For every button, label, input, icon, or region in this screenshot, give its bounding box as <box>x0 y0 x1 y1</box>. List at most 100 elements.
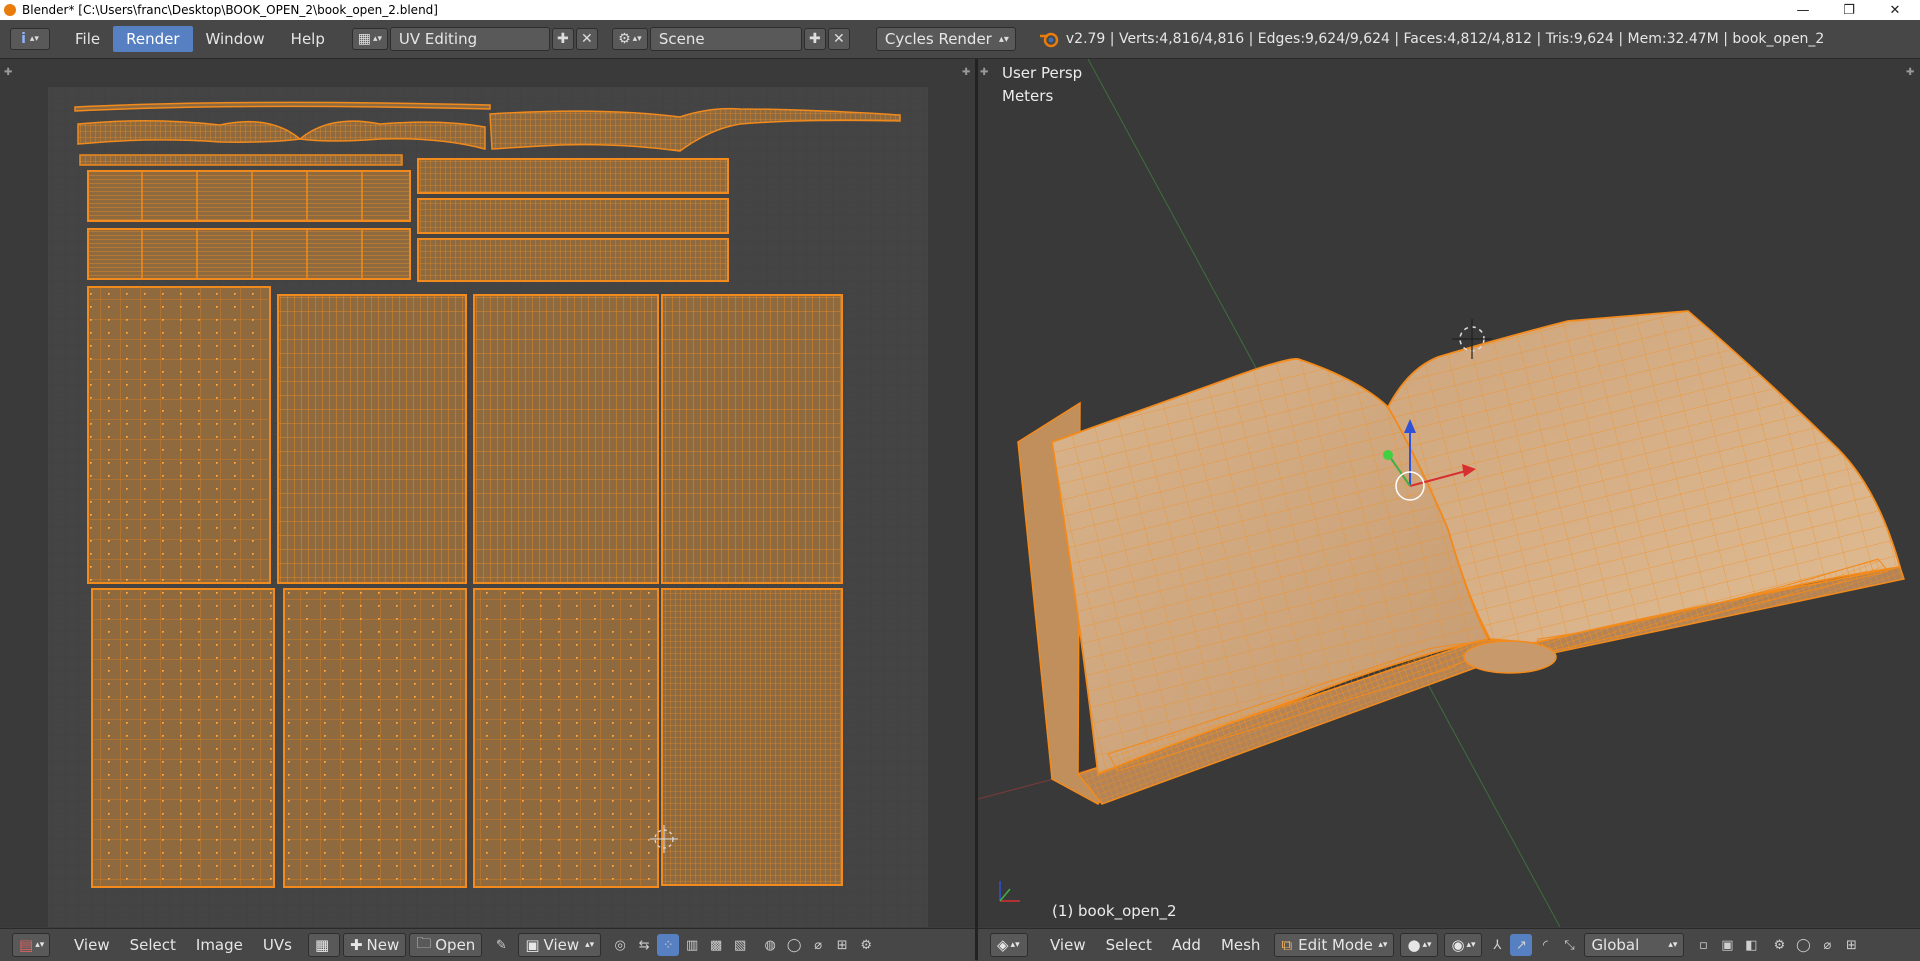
active-object-label: (1) book_open_2 <box>1052 902 1177 920</box>
uv-menu-view[interactable]: View <box>64 936 120 954</box>
proportional-edit-icon[interactable]: ◯ <box>783 934 805 956</box>
uv-menu-image[interactable]: Image <box>186 936 253 954</box>
transform-orientation-dropdown[interactable]: Global ▴▾ <box>1584 933 1685 957</box>
image-browse-button[interactable]: ▦ <box>307 933 340 957</box>
translate-manipulator-icon[interactable]: ↗ <box>1510 934 1533 956</box>
vp-menu-mesh[interactable]: Mesh <box>1211 936 1271 954</box>
add-layout-button[interactable]: ✚ <box>551 28 574 50</box>
editor-type-info-button[interactable]: i ▴▾ <box>10 28 50 50</box>
uv-overlay-icon[interactable]: ⚙ <box>855 934 877 956</box>
solid-shading-icon: ● <box>1407 936 1421 954</box>
uv-editor-header: ▤ ▴▾ View Select Image UVs ▦ ✚ New 🗀 Open ✎… <box>0 928 975 961</box>
scale-manipulator-icon[interactable]: ⤡ <box>1558 934 1580 956</box>
blender-logo-icon <box>4 4 16 16</box>
uv-image-editor[interactable]: ✚ ✚ <box>0 59 975 927</box>
layout-browse-button[interactable]: ▦ ▴▾ <box>351 28 388 50</box>
uv-canvas[interactable] <box>0 59 975 927</box>
editor-type-uv-button[interactable]: ▤ ▴▾ <box>12 933 50 957</box>
menu-window[interactable]: Window <box>193 26 278 52</box>
pivot-icon: ◉ <box>1451 936 1465 954</box>
uv-islands-strips <box>87 158 729 282</box>
region-toggle-icon[interactable]: ✚ <box>962 67 970 78</box>
x-icon: ✕ <box>581 31 593 47</box>
maximize-button[interactable]: ❐ <box>1826 0 1872 20</box>
snap-element-icon[interactable]: ⊞ <box>831 934 853 956</box>
add-scene-button[interactable]: ✚ <box>803 28 826 50</box>
vertex-select-icon[interactable]: ⁘ <box>657 934 680 956</box>
snap-icon[interactable]: ⌀ <box>807 934 829 956</box>
layers-icon[interactable]: ▫ <box>1692 934 1714 956</box>
rotate-manipulator-icon[interactable]: ◜ <box>1534 934 1556 956</box>
vertex-mode-icon[interactable]: ▣ <box>1716 934 1738 956</box>
region-toggle-icon[interactable]: ✚ <box>4 67 12 78</box>
render-engine-dropdown[interactable]: Cycles Render ▴▾ <box>875 27 1016 51</box>
new-image-button[interactable]: ✚ New <box>342 933 407 957</box>
uv-menu-uvs[interactable]: UVs <box>253 936 302 954</box>
interaction-mode-dropdown[interactable]: ⧉ Edit Mode ▴▾ <box>1274 933 1395 957</box>
view-icon: ▣ <box>525 936 540 954</box>
delete-layout-button[interactable]: ✕ <box>575 28 598 50</box>
edge-mode-icon[interactable]: ◧ <box>1740 934 1762 956</box>
close-window-button[interactable]: ✕ <box>1872 0 1918 20</box>
snap-element-icon[interactable]: ⊞ <box>1840 934 1862 956</box>
island-select-icon[interactable]: ▧ <box>729 934 751 956</box>
info-header: i ▴▾ File Render Window Help ▦ ▴▾ UV Editi… <box>0 20 1920 59</box>
image-icon: ▦ <box>314 936 330 954</box>
scene-statistics: v2.79 | Verts:4,816/4,816 | Edges:9,624/… <box>1065 31 1825 47</box>
plus-icon: ✚ <box>809 31 821 47</box>
sync-selection-icon[interactable]: ⇆ <box>633 934 655 956</box>
screen-layout-value: UV Editing <box>398 30 478 48</box>
menu-help[interactable]: Help <box>278 26 338 52</box>
uv-menu-select[interactable]: Select <box>120 936 186 954</box>
vp-menu-add[interactable]: Add <box>1162 936 1211 954</box>
3d-view-icon: ◈ <box>997 936 1009 954</box>
units-label: Meters <box>1002 87 1054 105</box>
info-icon: i <box>21 31 26 47</box>
viewport-shading-dropdown[interactable]: ● ▴▾ <box>1400 933 1439 957</box>
layout-grid-icon: ▦ <box>357 31 371 47</box>
manipulator-toggle-icon[interactable]: ⅄ <box>1486 934 1508 956</box>
menu-render[interactable]: Render <box>113 26 193 52</box>
blender-logo-icon <box>1038 28 1060 50</box>
scene-browse-button[interactable]: ⚙ ▴▾ <box>611 28 648 50</box>
delete-scene-button[interactable]: ✕ <box>827 28 850 50</box>
minimize-button[interactable]: — <box>1780 0 1826 20</box>
view-mode-dropdown[interactable]: ▣ View ▴▾ <box>518 933 602 957</box>
pivot-point-dropdown[interactable]: ◉ ▴▾ <box>1444 933 1483 957</box>
proportional-edit-icon[interactable]: ◯ <box>1792 934 1814 956</box>
sticky-mode-icon[interactable]: ◍ <box>759 934 781 956</box>
window-titlebar: Blender* [C:\Users\franc\Desktop\BOOK_OP… <box>0 0 1920 20</box>
occlude-geometry-icon[interactable]: ⚙ <box>1768 934 1790 956</box>
plus-icon: ✚ <box>557 31 569 47</box>
scene-value: Scene <box>658 30 705 48</box>
region-toggle-icon[interactable]: ✚ <box>1906 67 1914 78</box>
menu-file[interactable]: File <box>62 26 113 52</box>
edit-mode-icon: ⧉ <box>1281 936 1293 954</box>
axis-gizmo-icon <box>999 881 1020 902</box>
render-engine-value: Cycles Render <box>884 30 992 48</box>
window-title: Blender* [C:\Users\franc\Desktop\BOOK_OP… <box>22 3 438 17</box>
scene-icon: ⚙ <box>618 31 631 47</box>
vp-menu-view[interactable]: View <box>1040 936 1096 954</box>
editor-type-3d-button[interactable]: ◈ ▴▾ <box>990 933 1028 957</box>
snap-icon[interactable]: ⌀ <box>1816 934 1838 956</box>
book-mesh[interactable] <box>1017 310 1905 805</box>
x-icon: ✕ <box>833 31 845 47</box>
pivot-icon[interactable]: ◎ <box>609 934 631 956</box>
image-editor-icon: ▤ <box>19 936 34 954</box>
plus-icon: ✚ <box>349 936 363 954</box>
region-toggle-icon[interactable]: ✚ <box>980 67 988 78</box>
viewport-header: ◈ ▴▾ View Select Add Mesh ⧉ Edit Mode ▴▾ ● ▴… <box>978 928 1920 961</box>
face-select-icon[interactable]: ▩ <box>705 934 727 956</box>
view-name-label: User Persp <box>1002 64 1083 82</box>
edge-select-icon[interactable]: ▥ <box>681 934 703 956</box>
screen-layout-field[interactable]: UV Editing <box>389 27 550 51</box>
open-image-button[interactable]: 🗀 Open <box>409 933 483 957</box>
scene-field[interactable]: Scene <box>649 27 802 51</box>
vp-menu-select[interactable]: Select <box>1096 936 1162 954</box>
folder-icon: 🗀 <box>416 933 432 952</box>
3d-viewport[interactable]: User Persp Meters (1) book_open_2 ✚ ✚ <box>978 59 1920 927</box>
viewport-canvas[interactable] <box>978 59 1920 927</box>
pin-icon[interactable]: ✎ <box>490 934 512 956</box>
main-menu: File Render Window Help <box>62 26 338 52</box>
